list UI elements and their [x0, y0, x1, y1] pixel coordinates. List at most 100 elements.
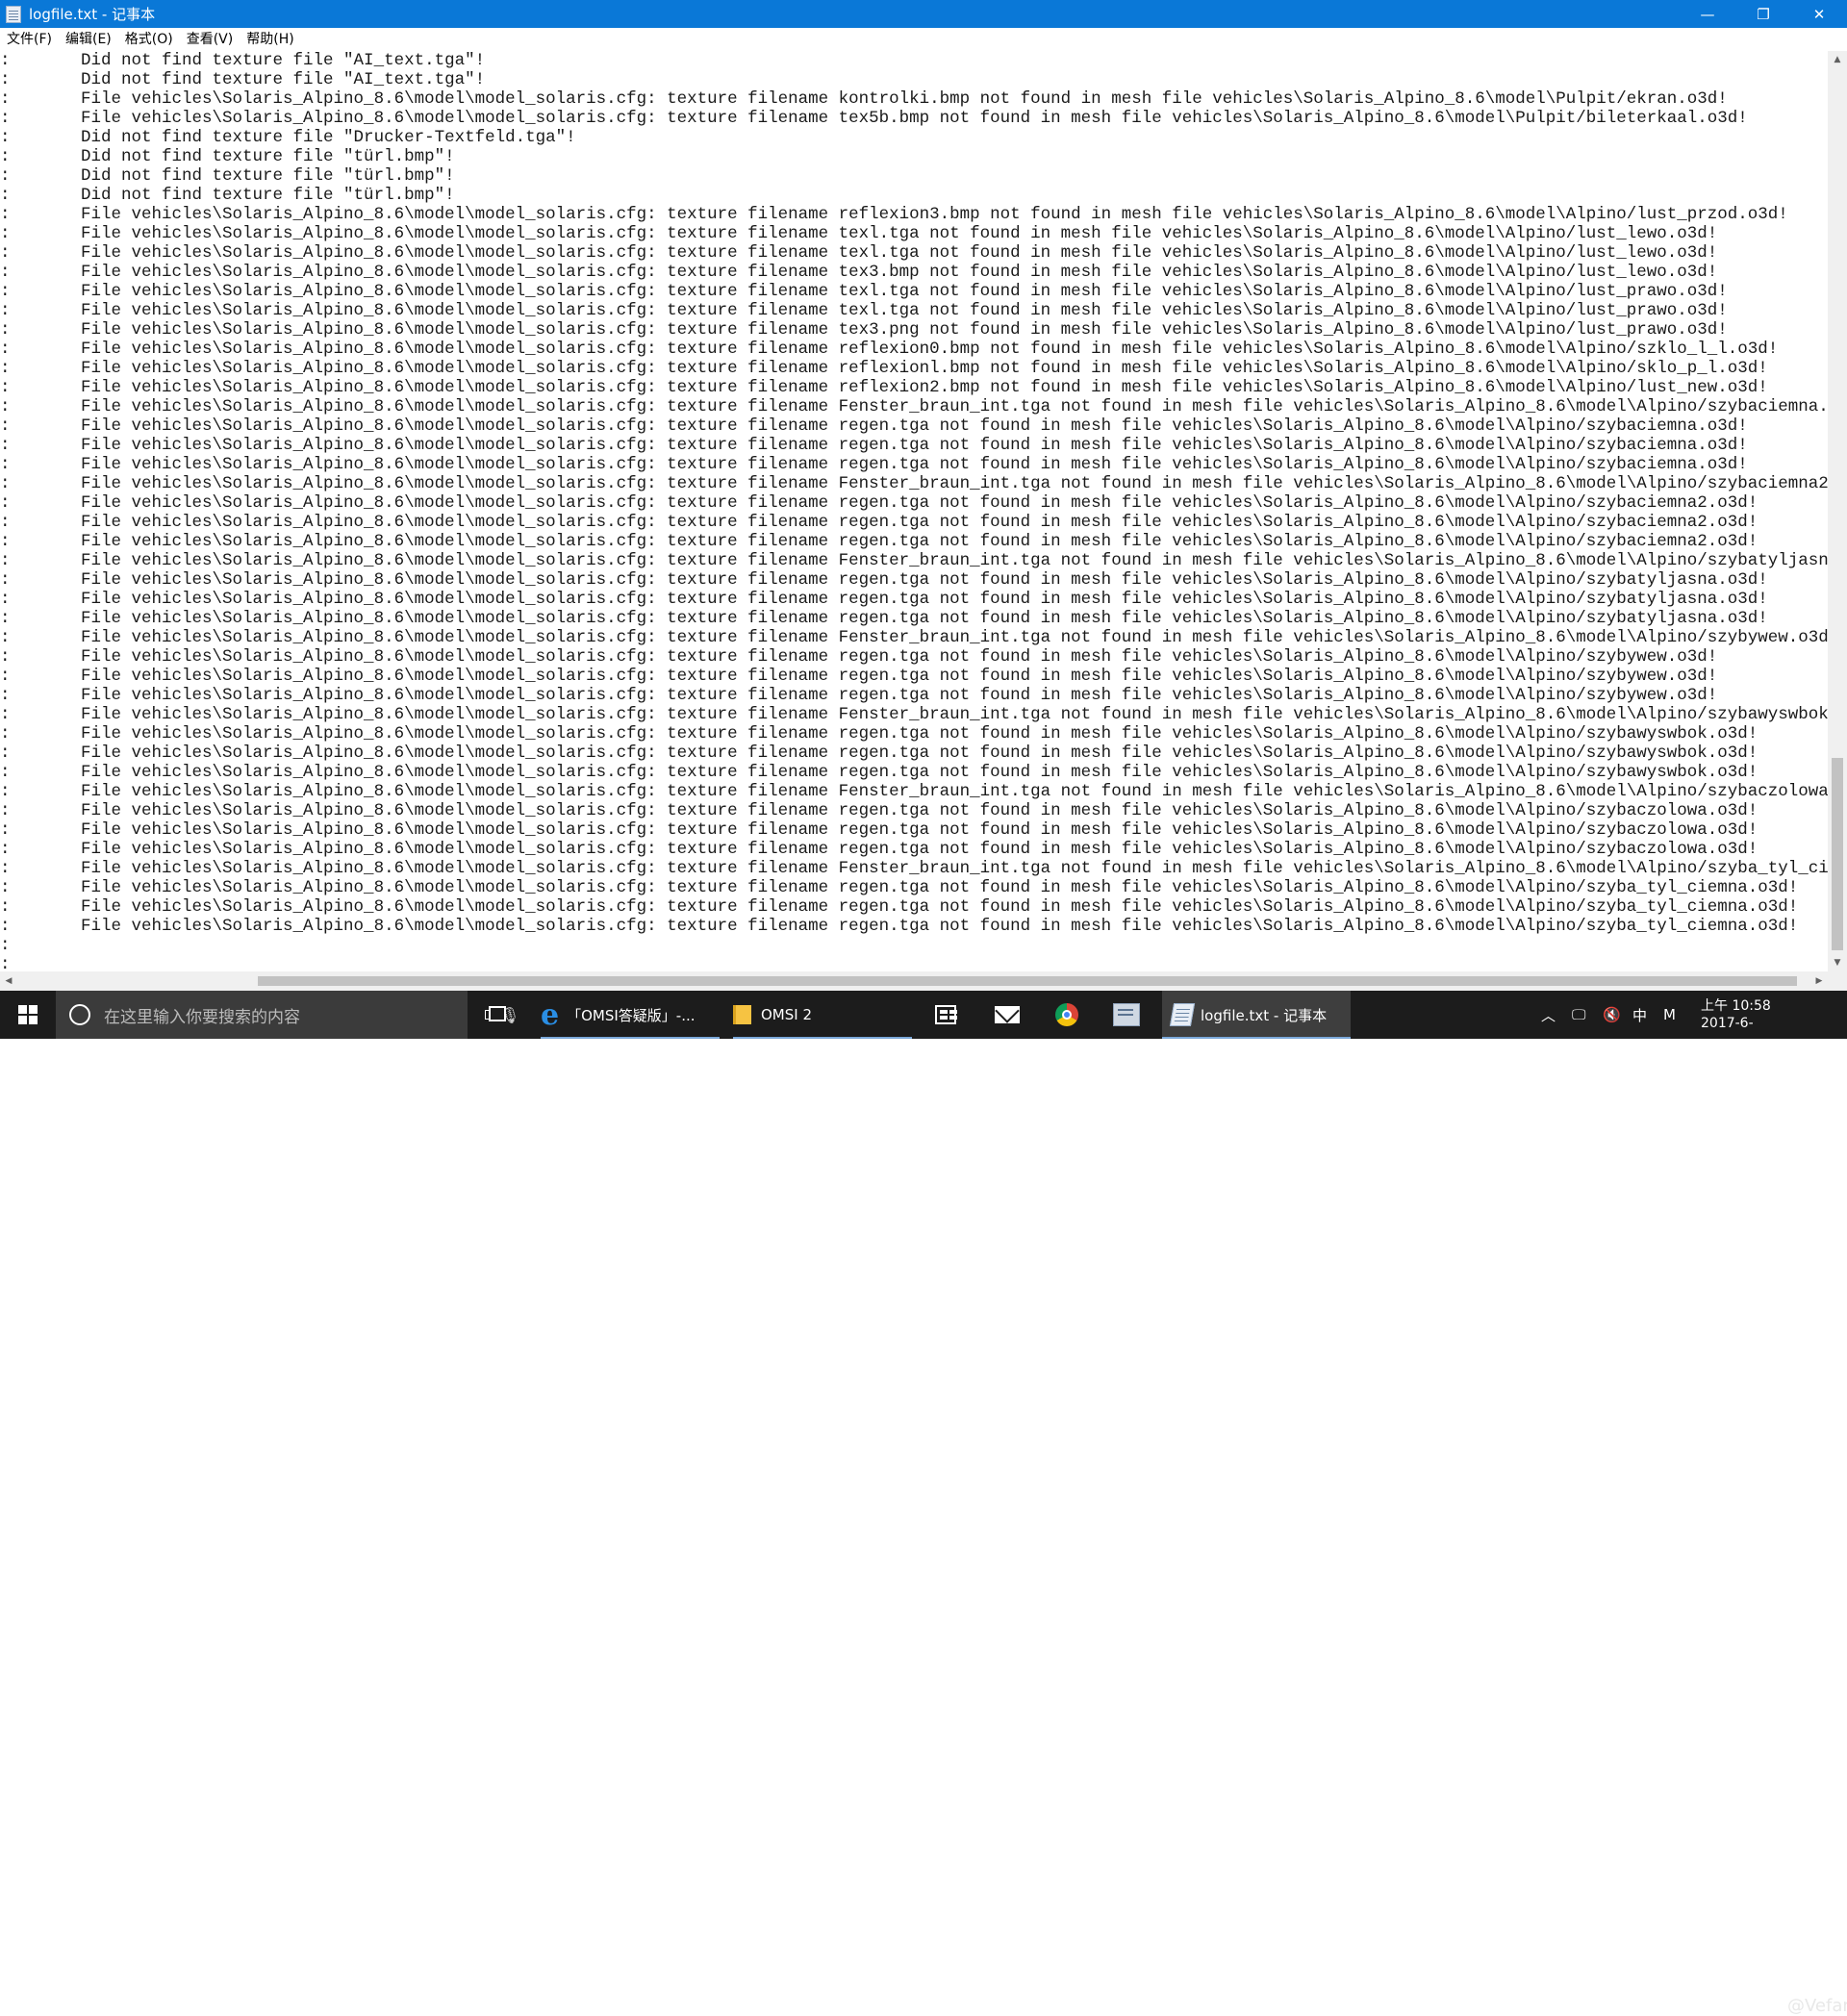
- store-icon: [935, 1005, 957, 1024]
- text-editor-area[interactable]: : Did not find texture file "AI_text.tga…: [0, 51, 1828, 971]
- log-line: : File vehicles\Solaris_Alpino_8.6\model…: [0, 301, 1728, 320]
- log-line: : File vehicles\Solaris_Alpino_8.6\model…: [0, 743, 1758, 763]
- ime-mode-indicator[interactable]: M: [1663, 991, 1676, 1039]
- log-line: : File vehicles\Solaris_Alpino_8.6\model…: [0, 224, 1718, 243]
- log-line: : Did not find texture file "türl.bmp"!: [0, 147, 455, 166]
- clock-date: 2017-6-: [1701, 1016, 1754, 1031]
- close-button[interactable]: ✕: [1791, 0, 1847, 28]
- log-line: : File vehicles\Solaris_Alpino_8.6\model…: [0, 532, 1758, 551]
- log-line: : File vehicles\Solaris_Alpino_8.6\model…: [0, 686, 1718, 705]
- ime-indicator[interactable]: 中: [1632, 991, 1647, 1039]
- menu-edit[interactable]: 编辑(E): [59, 28, 118, 51]
- windows-logo-icon: [18, 1005, 38, 1024]
- log-line: : File vehicles\Solaris_Alpino_8.6\model…: [0, 455, 1748, 474]
- log-line: : Did not find texture file "Drucker-Tex…: [0, 128, 576, 147]
- log-line: : File vehicles\Solaris_Alpino_8.6\model…: [0, 820, 1758, 840]
- log-line: : File vehicles\Solaris_Alpino_8.6\model…: [0, 628, 1828, 647]
- log-line: : Did not find texture file "AI_text.tga…: [0, 70, 486, 89]
- scroll-down-arrow-icon[interactable]: ▼: [1828, 954, 1847, 971]
- taskbar-app-edge-label: 「OMSI答疑版」-...: [567, 1006, 696, 1024]
- log-line: : File vehicles\Solaris_Alpino_8.6\model…: [0, 570, 1768, 590]
- watermark-text: @Vefans: [1787, 1996, 1847, 2016]
- log-line: : File vehicles\Solaris_Alpino_8.6\model…: [0, 89, 1728, 109]
- menu-view[interactable]: 查看(V): [180, 28, 240, 51]
- taskbar-app-explorer-label: OMSI 2: [761, 1006, 813, 1023]
- log-line: : File vehicles\Solaris_Alpino_8.6\model…: [0, 378, 1768, 397]
- log-line: : Did not find texture file "türl.bmp"!: [0, 186, 455, 205]
- log-line: : File vehicles\Solaris_Alpino_8.6\model…: [0, 763, 1758, 782]
- taskbar-search-box[interactable]: 在这里输入你要搜索的内容 🎙: [56, 991, 519, 1039]
- scrollbar-corner: [1828, 971, 1847, 991]
- start-button[interactable]: [0, 991, 56, 1039]
- tray-chevron-icon[interactable]: ︿: [1541, 991, 1556, 1039]
- log-line: : File vehicles\Solaris_Alpino_8.6\model…: [0, 724, 1758, 743]
- log-line: : File vehicles\Solaris_Alpino_8.6\model…: [0, 340, 1779, 359]
- clock-time: 上午 10:58: [1701, 998, 1771, 1014]
- log-line: : File vehicles\Solaris_Alpino_8.6\model…: [0, 897, 1799, 917]
- log-line: : File vehicles\Solaris_Alpino_8.6\model…: [0, 320, 1728, 340]
- log-line: : File vehicles\Solaris_Alpino_8.6\model…: [0, 667, 1718, 686]
- title-bar[interactable]: logfile.txt - 记事本 — ❐ ✕: [0, 0, 1847, 28]
- taskbar: 在这里输入你要搜索的内容 🎙 e 「OMSI答疑版」-... OMSI 2 lo…: [0, 991, 1847, 2016]
- log-line: : File vehicles\Solaris_Alpino_8.6\model…: [0, 782, 1828, 801]
- log-line: : File vehicles\Solaris_Alpino_8.6\model…: [0, 801, 1758, 820]
- taskbar-app-omsi[interactable]: [1113, 991, 1142, 1039]
- edge-browser-icon: e: [541, 997, 560, 1032]
- log-line: : File vehicles\Solaris_Alpino_8.6\model…: [0, 859, 1828, 878]
- log-line: : File vehicles\Solaris_Alpino_8.6\model…: [0, 840, 1758, 859]
- search-placeholder: 在这里输入你要搜索的内容: [104, 1007, 300, 1027]
- minimize-button[interactable]: —: [1680, 0, 1735, 28]
- horizontal-scrollbar[interactable]: ◀ ▶: [0, 971, 1828, 991]
- window-controls: — ❐ ✕: [1680, 0, 1847, 28]
- taskbar-app-edge[interactable]: e 「OMSI答疑版」-...: [541, 991, 720, 1039]
- log-line: : File vehicles\Solaris_Alpino_8.6\model…: [0, 416, 1748, 436]
- taskbar-app-mail[interactable]: [995, 991, 1024, 1039]
- log-line: : File vehicles\Solaris_Alpino_8.6\model…: [0, 263, 1718, 282]
- log-line: : File vehicles\Solaris_Alpino_8.6\model…: [0, 359, 1768, 378]
- log-line: :: [0, 936, 11, 955]
- log-line: : Did not find texture file "AI_text.tga…: [0, 51, 486, 70]
- folder-icon: [733, 1005, 751, 1024]
- log-line: : File vehicles\Solaris_Alpino_8.6\model…: [0, 243, 1718, 263]
- taskbar-app-chrome[interactable]: [1055, 991, 1084, 1039]
- log-line: : File vehicles\Solaris_Alpino_8.6\model…: [0, 474, 1828, 493]
- task-view-icon[interactable]: [485, 1006, 506, 1021]
- log-line: : File vehicles\Solaris_Alpino_8.6\model…: [0, 513, 1758, 532]
- log-line: : File vehicles\Solaris_Alpino_8.6\model…: [0, 397, 1828, 416]
- log-line: : File vehicles\Solaris_Alpino_8.6\model…: [0, 609, 1768, 628]
- vertical-scroll-thumb[interactable]: [1832, 758, 1843, 950]
- log-line: : File vehicles\Solaris_Alpino_8.6\model…: [0, 436, 1748, 455]
- taskbar-app-notepad[interactable]: logfile.txt - 记事本: [1162, 991, 1351, 1039]
- taskbar-app-notepad-label: logfile.txt - 记事本: [1201, 1006, 1328, 1024]
- menu-bar: 文件(F) 编辑(E) 格式(O) 查看(V) 帮助(H): [0, 28, 1847, 51]
- notepad-icon: [6, 5, 21, 23]
- log-line: : File vehicles\Solaris_Alpino_8.6\model…: [0, 109, 1748, 128]
- vertical-scrollbar[interactable]: ▲ ▼: [1828, 51, 1847, 971]
- taskbar-app-store[interactable]: [935, 991, 960, 1039]
- menu-file[interactable]: 文件(F): [0, 28, 59, 51]
- menu-format[interactable]: 格式(O): [118, 28, 180, 51]
- log-line: : File vehicles\Solaris_Alpino_8.6\model…: [0, 282, 1728, 301]
- log-line: : File vehicles\Solaris_Alpino_8.6\model…: [0, 917, 1799, 936]
- log-line: :: [0, 955, 11, 971]
- horizontal-scroll-thumb[interactable]: [258, 976, 1797, 986]
- menu-help[interactable]: 帮助(H): [240, 28, 300, 51]
- log-line: : File vehicles\Solaris_Alpino_8.6\model…: [0, 878, 1799, 897]
- log-line: : Did not find texture file "türl.bmp"!: [0, 166, 455, 186]
- log-line: : File vehicles\Solaris_Alpino_8.6\model…: [0, 705, 1828, 724]
- notepad-icon: [1169, 1003, 1196, 1026]
- mail-icon: [995, 1006, 1020, 1023]
- log-line: : File vehicles\Solaris_Alpino_8.6\model…: [0, 205, 1788, 224]
- volume-muted-icon[interactable]: 🔇: [1603, 991, 1621, 1039]
- log-line: : File vehicles\Solaris_Alpino_8.6\model…: [0, 551, 1828, 570]
- scroll-left-arrow-icon[interactable]: ◀: [0, 971, 17, 991]
- taskbar-clock[interactable]: 上午 10:58 2017-6-: [1701, 991, 1771, 1039]
- scroll-right-arrow-icon[interactable]: ▶: [1810, 971, 1828, 991]
- cortana-icon: [69, 1004, 90, 1025]
- network-icon[interactable]: 🖵: [1572, 991, 1585, 1039]
- omsi-app-icon: [1113, 1003, 1140, 1026]
- maximize-button[interactable]: ❐: [1735, 0, 1791, 28]
- scroll-up-arrow-icon[interactable]: ▲: [1828, 51, 1847, 68]
- log-line: : File vehicles\Solaris_Alpino_8.6\model…: [0, 493, 1758, 513]
- taskbar-app-explorer[interactable]: OMSI 2: [733, 991, 912, 1039]
